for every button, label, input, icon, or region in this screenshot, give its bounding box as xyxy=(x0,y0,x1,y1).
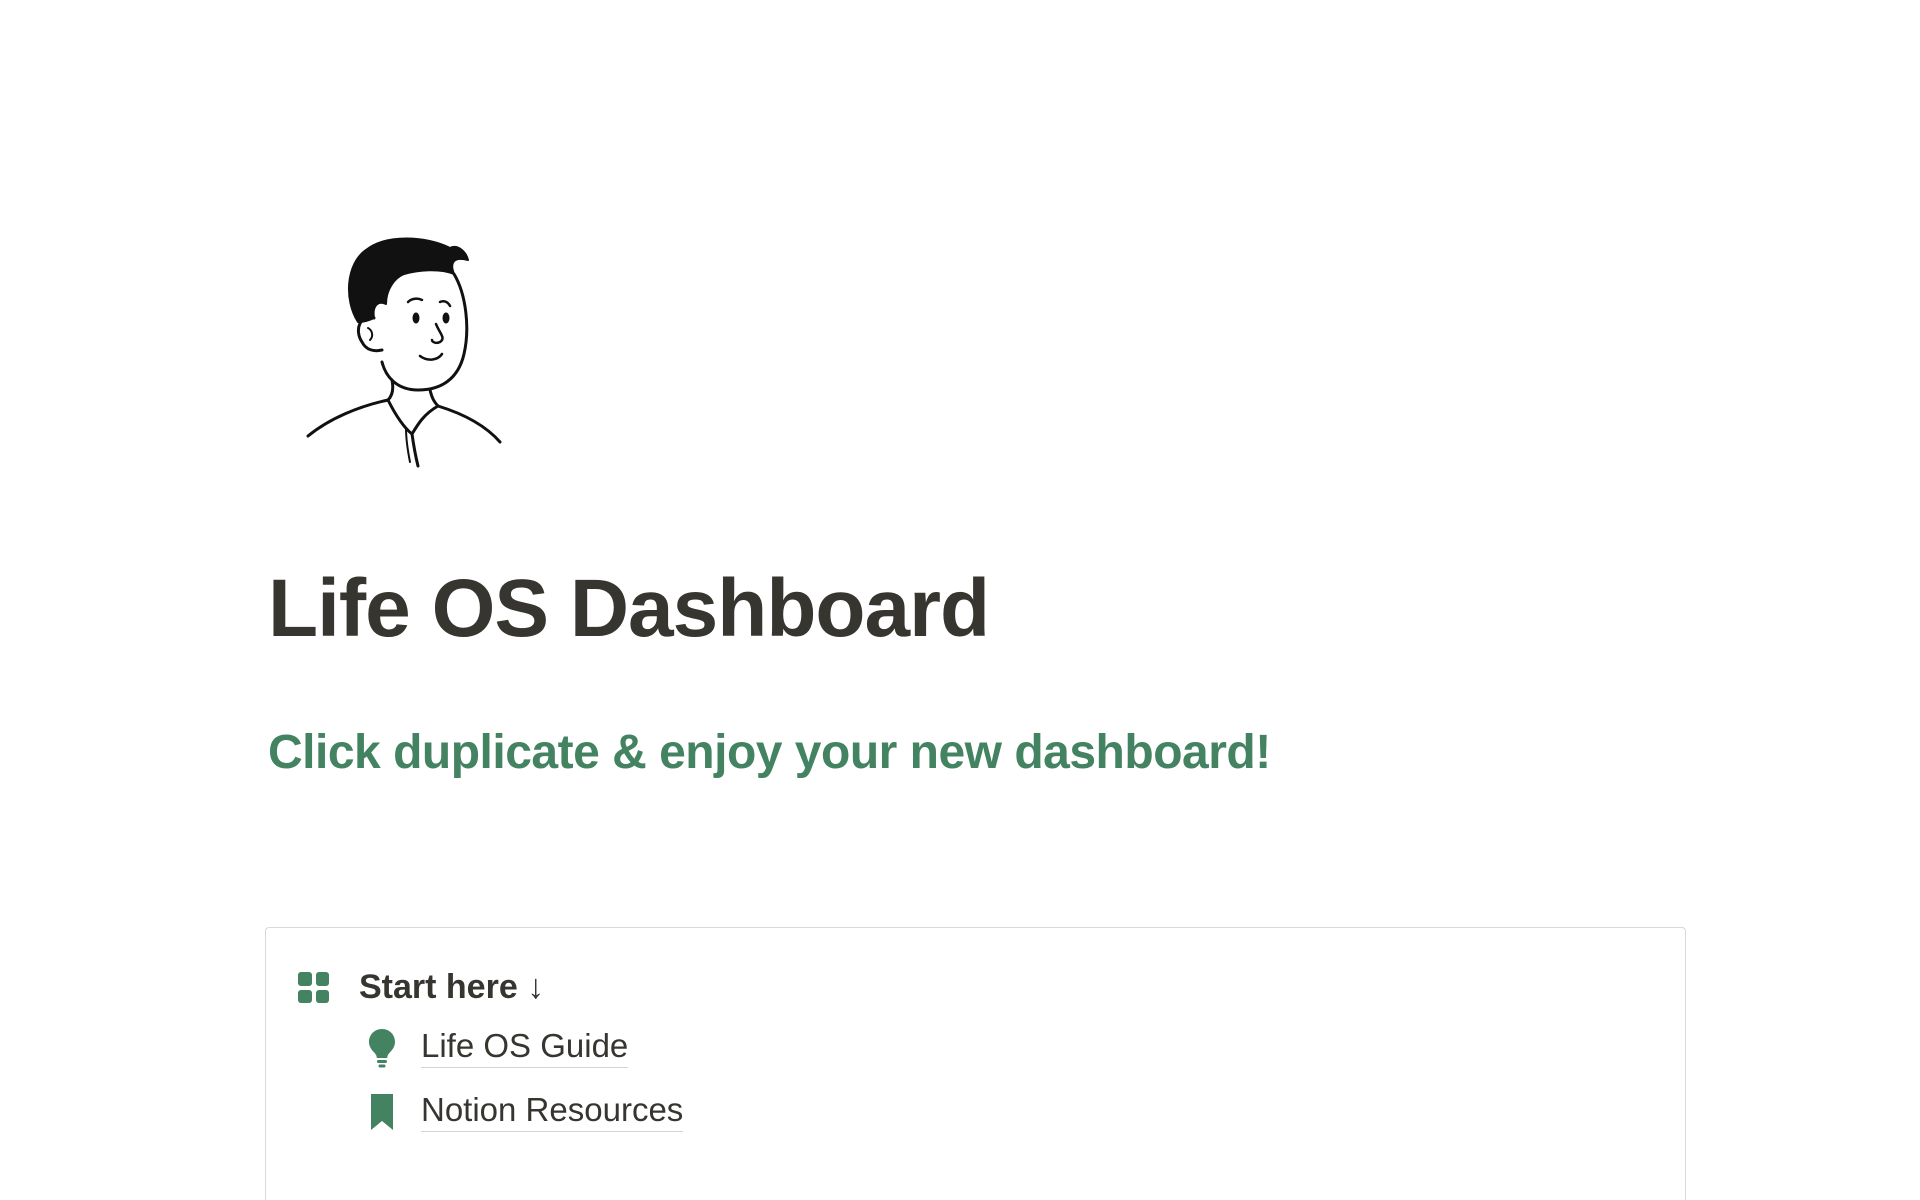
page-subtitle: Click duplicate & enjoy your new dashboa… xyxy=(268,726,1271,779)
page-title: Life OS Dashboard xyxy=(268,563,990,654)
start-here-label: Start here ↓ xyxy=(359,968,545,1006)
start-here-card: Start here ↓ Life OS Guide Notion Resour… xyxy=(265,927,1686,1200)
link-label[interactable]: Notion Resources xyxy=(421,1091,684,1132)
lightbulb-icon xyxy=(366,1028,398,1068)
avatar-icon[interactable] xyxy=(300,230,520,470)
start-here-toggle[interactable]: Start here ↓ xyxy=(298,968,544,1007)
link-life-os-guide[interactable]: Life OS Guide xyxy=(366,1027,629,1068)
link-notion-resources[interactable]: Notion Resources xyxy=(366,1091,684,1132)
notion-page: Life OS Dashboard Click duplicate & enjo… xyxy=(0,0,1920,1200)
bookmark-icon xyxy=(366,1092,398,1132)
link-label[interactable]: Life OS Guide xyxy=(421,1027,629,1068)
grid-icon xyxy=(298,972,329,1003)
